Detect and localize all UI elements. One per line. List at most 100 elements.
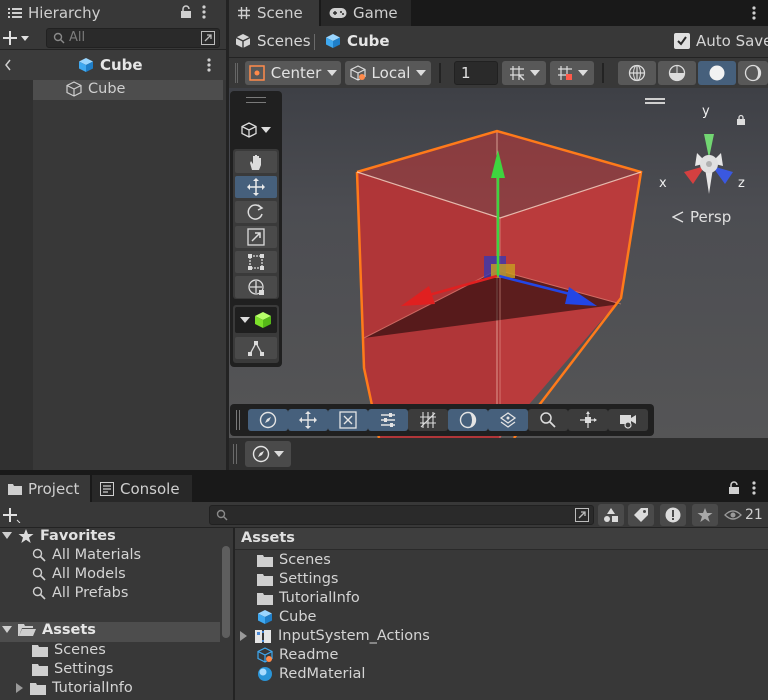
axis-gizmo-icon[interactable] [657, 108, 757, 218]
grid-size-input[interactable]: 1 [454, 61, 498, 85]
compass-icon [252, 445, 270, 463]
move-tool-button[interactable] [235, 176, 277, 198]
transform-all-icon [248, 279, 264, 295]
tab-scene[interactable]: Scene [229, 0, 319, 26]
scene-more-options-icon[interactable] [752, 6, 756, 20]
scene-header-row[interactable]: Cube [0, 50, 226, 80]
orientation-gizmo[interactable]: y x z Persp [639, 98, 768, 233]
asset-list-item[interactable]: Scenes [257, 552, 331, 568]
shading-toggle-button[interactable] [448, 409, 488, 431]
folder-icon [257, 573, 273, 586]
favorite-item[interactable]: All Models [32, 566, 126, 582]
scene-search-button[interactable] [528, 409, 568, 431]
more-options-icon[interactable] [202, 5, 206, 19]
hierarchy-search-input[interactable]: All [46, 28, 220, 48]
green-cube-icon [255, 312, 271, 328]
save-search-button[interactable] [692, 504, 718, 526]
favorite-item[interactable]: All Prefabs [32, 585, 128, 601]
bottom-grip[interactable] [233, 444, 237, 464]
breadcrumb-scenes[interactable]: Scenes [235, 32, 311, 50]
transform-tools-group [233, 149, 279, 299]
create-add-icon[interactable] [3, 30, 29, 46]
folder-icon [32, 644, 48, 657]
camera-mode-dropdown[interactable] [245, 441, 291, 467]
toolbar-grip[interactable] [235, 63, 238, 83]
project-more-icon[interactable] [752, 481, 756, 495]
grid-visibility-button[interactable] [408, 409, 448, 431]
camera-fit-button[interactable] [328, 409, 368, 431]
back-chevron-icon[interactable] [4, 58, 12, 72]
search-filter-icon[interactable] [201, 31, 215, 45]
asset-list-item[interactable]: Readme [257, 647, 338, 663]
project-create-icon[interactable] [3, 507, 21, 523]
asset-list-item[interactable]: TutorialInfo [257, 590, 360, 606]
scale-tool-button[interactable] [235, 226, 277, 248]
search-icon [32, 548, 46, 562]
view-tool-button[interactable] [235, 151, 277, 173]
rect-tool-button[interactable] [235, 251, 277, 273]
camera-preview-button[interactable] [608, 409, 648, 431]
asset-list-item[interactable]: InputSystem_Actions [240, 628, 430, 644]
increment-snap-dropdown[interactable] [550, 61, 594, 85]
rotate-tool-button[interactable] [235, 201, 277, 223]
tree-scrollbar-thumb[interactable] [222, 546, 230, 638]
hierarchy-item-cube[interactable]: Cube [33, 80, 223, 100]
pivot-rotation-dropdown[interactable]: Local [345, 61, 431, 85]
asset-folder-item[interactable]: Settings [32, 661, 113, 677]
pivot-mode-dropdown[interactable]: Center [245, 61, 341, 85]
tool-context-dropdown[interactable] [234, 117, 278, 143]
gizmo-orient-button[interactable] [568, 409, 608, 431]
filter-by-type-button[interactable] [598, 504, 624, 526]
sliders-icon [381, 413, 395, 427]
auto-save-checkbox[interactable] [674, 33, 690, 49]
asset-list-item[interactable]: Cube [257, 609, 316, 625]
scene-viewport[interactable]: y x z Persp [229, 88, 768, 438]
camera-settings-button[interactable] [368, 409, 408, 431]
project-search-input[interactable] [209, 505, 594, 525]
camera-overlay-grip[interactable] [236, 410, 240, 430]
filter-by-issues-button[interactable] [660, 504, 686, 526]
search-filter-icon[interactable] [575, 508, 589, 522]
favorite-item[interactable]: All Materials [32, 547, 141, 563]
transform-tool-button[interactable] [235, 276, 277, 298]
grid-snap-dropdown[interactable] [502, 61, 546, 85]
scale-icon [247, 228, 265, 246]
scene-bottom-bar [229, 438, 768, 470]
wireframe-globe-icon [628, 64, 646, 82]
custom-tool-dropdown[interactable] [235, 307, 277, 333]
asset-list-item[interactable]: Settings [257, 571, 338, 587]
hidden-packages-toggle[interactable]: 21 [724, 504, 768, 526]
lock-icon[interactable] [180, 5, 192, 19]
asset-list-item[interactable]: RedMaterial [257, 666, 365, 682]
overlay-drag-handle[interactable] [246, 97, 266, 103]
scene-more-icon[interactable] [207, 58, 211, 72]
projection-toggle[interactable]: Persp [672, 208, 731, 226]
favorites-header[interactable]: Favorites [2, 528, 116, 544]
camera-move-button[interactable] [288, 409, 328, 431]
shaded-mode-button[interactable] [698, 61, 736, 85]
lighting-mode-button[interactable] [738, 61, 768, 85]
assets-header-label[interactable]: Assets [241, 530, 295, 546]
asset-folder-item[interactable]: TutorialInfo [16, 680, 133, 696]
gizmo-drag-handle[interactable] [645, 98, 665, 104]
auto-save-toggle[interactable]: Auto Save [674, 32, 768, 50]
scene-camera-compass-button[interactable] [248, 409, 288, 431]
asset-folder-item[interactable]: Scenes [32, 642, 106, 658]
list-icon [8, 7, 22, 19]
edit-collider-button[interactable] [235, 337, 277, 359]
breadcrumb-separator [314, 34, 315, 50]
layers-button[interactable] [488, 409, 528, 431]
favorites-label: Favorites [40, 528, 116, 544]
shaded-wireframe-button[interactable] [658, 61, 696, 85]
breadcrumb-current[interactable]: Cube [325, 32, 390, 50]
tab-hierarchy[interactable]: Hierarchy [0, 0, 226, 26]
project-lock-icon[interactable] [728, 481, 740, 495]
wireframe-draw-mode-button[interactable] [618, 61, 656, 85]
tab-console[interactable]: Console [92, 475, 192, 502]
component-tools-group [233, 305, 279, 363]
asset-list-label: Settings [279, 571, 339, 587]
tab-project[interactable]: Project [0, 475, 90, 502]
filter-by-label-button[interactable] [628, 504, 654, 526]
assets-tree-item[interactable]: Assets [0, 622, 220, 642]
tab-game[interactable]: Game [321, 0, 411, 26]
